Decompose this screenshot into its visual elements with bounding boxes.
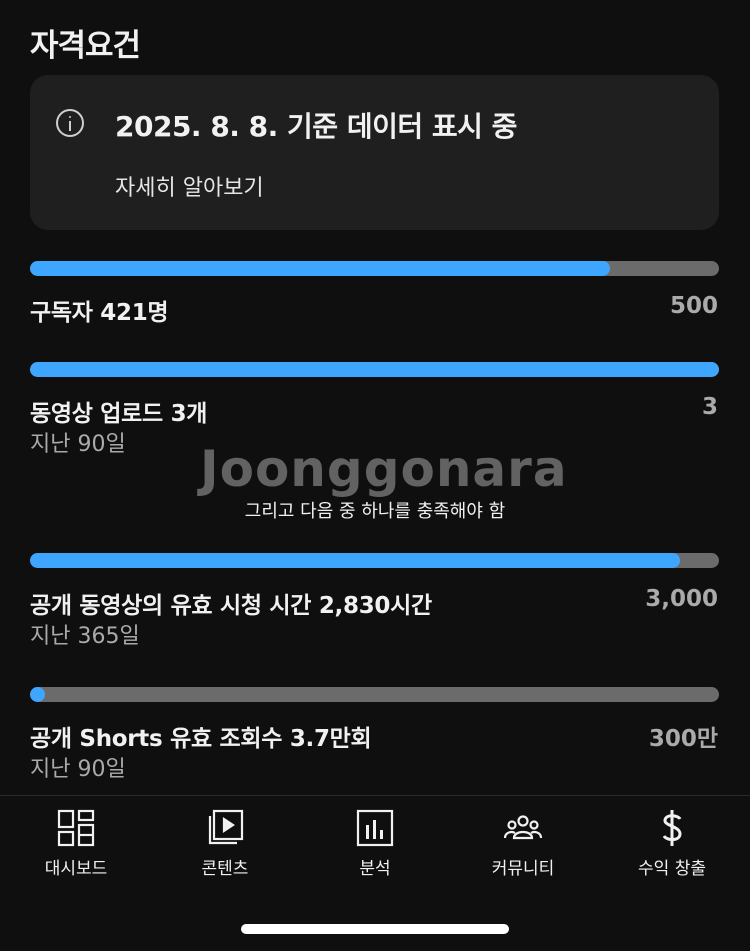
dollar-icon bbox=[662, 810, 682, 846]
uploads-progress-bar bbox=[30, 362, 719, 377]
progress-fill bbox=[30, 261, 611, 276]
progress-fill bbox=[30, 553, 680, 568]
nav-content-label: 콘텐츠 bbox=[201, 859, 249, 879]
watermark: Joonggonara bbox=[200, 440, 568, 498]
subscribers-label: 구독자 421명 bbox=[30, 300, 169, 326]
shorts-views-period: 지난 90일 bbox=[30, 757, 126, 782]
page-title: 자격요건 bbox=[30, 28, 141, 64]
home-indicator[interactable] bbox=[241, 924, 509, 934]
nav-dashboard-label: 대시보드 bbox=[44, 859, 108, 879]
shorts-views-progress-bar bbox=[30, 687, 719, 702]
uploads-period: 지난 90일 bbox=[30, 432, 126, 457]
nav-monetization[interactable]: 수익 창출 bbox=[597, 808, 747, 879]
nav-dashboard[interactable]: 대시보드 bbox=[1, 808, 151, 879]
shorts-views-target: 300만 bbox=[648, 726, 718, 752]
watch-time-target: 3,000 bbox=[645, 586, 718, 612]
community-icon bbox=[503, 815, 543, 840]
nav-analytics-label: 분석 bbox=[359, 859, 391, 879]
nav-content[interactable]: 콘텐츠 bbox=[150, 808, 300, 879]
nav-monetization-label: 수익 창출 bbox=[638, 859, 706, 879]
nav-community[interactable]: 커뮤니티 bbox=[448, 808, 598, 879]
info-icon bbox=[56, 109, 84, 137]
subscribers-progress-bar bbox=[30, 261, 719, 276]
watch-time-progress-bar bbox=[30, 553, 719, 568]
dashboard-icon bbox=[57, 809, 95, 847]
watch-time-label: 공개 동영상의 유효 시청 시간 2,830시간 bbox=[30, 593, 432, 619]
learn-more-link[interactable]: 자세히 알아보기 bbox=[115, 170, 264, 202]
subscribers-target: 500 bbox=[669, 293, 718, 319]
data-date-notice: 2025. 8. 8. 기준 데이터 표시 중 bbox=[115, 110, 517, 143]
nav-community-label: 커뮤니티 bbox=[491, 859, 555, 879]
or-condition-text: 그리고 다음 중 하나를 충족해야 함 bbox=[244, 501, 506, 522]
shorts-views-label: 공개 Shorts 유효 조회수 3.7만회 bbox=[30, 726, 372, 752]
progress-fill bbox=[30, 362, 719, 377]
uploads-target: 3 bbox=[701, 394, 718, 420]
content-icon bbox=[208, 809, 244, 845]
progress-fill bbox=[30, 687, 45, 702]
watch-time-period: 지난 365일 bbox=[30, 624, 140, 649]
uploads-label: 동영상 업로드 3개 bbox=[30, 401, 208, 427]
info-card: 2025. 8. 8. 기준 데이터 표시 중 자세히 알아보기 bbox=[30, 75, 719, 230]
nav-analytics[interactable]: 분석 bbox=[300, 808, 450, 879]
analytics-icon bbox=[356, 809, 394, 847]
